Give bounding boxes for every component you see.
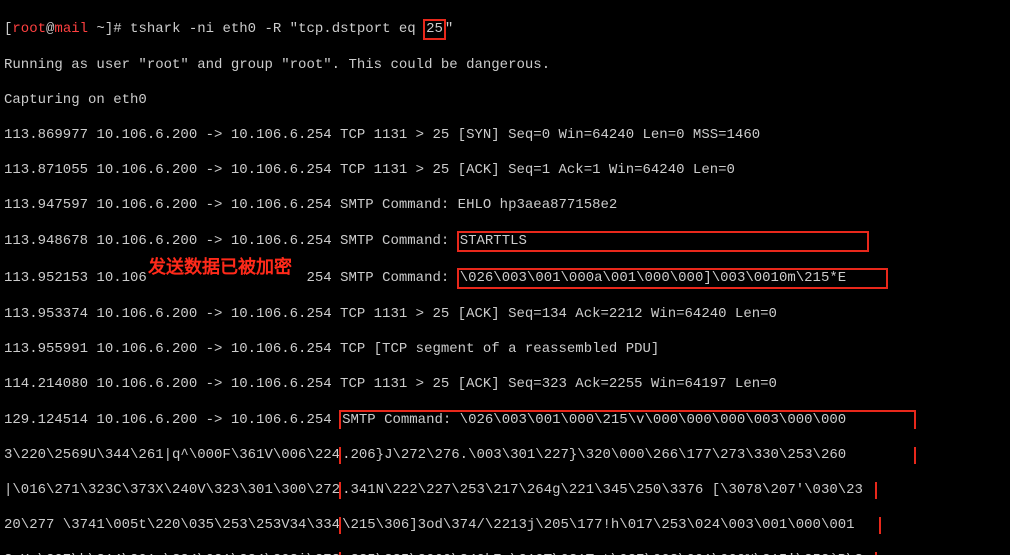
packet-text: 3\220\2569U\344\261|q^\000F\361V\006\224	[4, 447, 340, 463]
warning-line: Running as user "root" and group "root".…	[4, 57, 1006, 75]
annotation-encrypted: 发送数据已被加密	[148, 259, 292, 277]
highlight-block-mid: \215\306]3od\374/\2213j\205\177!h\017\25…	[339, 517, 880, 535]
packet-line: 113.947597 10.106.6.200 -> 10.106.6.254 …	[4, 197, 1006, 215]
packet-line: |\016\271\323C\373X\240V\323\301\300\272…	[4, 482, 1006, 500]
command-suffix: "	[445, 21, 453, 37]
highlight-block-mid: .341N\222\227\253\217\264g\221\345\250\3…	[339, 482, 877, 500]
terminal-output: [root@mail ~]# tshark -ni eth0 -R "tcp.d…	[0, 0, 1010, 555]
packet-line: 129.124514 10.106.6.200 -> 10.106.6.254 …	[4, 411, 1006, 430]
prompt-path: ~	[88, 21, 105, 37]
packet-line: 114.214080 10.106.6.200 -> 10.106.6.254 …	[4, 376, 1006, 394]
packet-line: 113.869977 10.106.6.200 -> 10.106.6.254 …	[4, 127, 1006, 145]
prompt-user: root	[12, 21, 46, 37]
highlight-encrypted-data: \026\003\001\000a\001\000\000]\003\0010m…	[457, 268, 888, 290]
packet-text: 113.948678 10.106.6.200 -> 10.106.6.254 …	[4, 233, 458, 249]
packet-line: 20\277 \3741\005t\220\035\253\253V34\334…	[4, 517, 1006, 535]
packet-text: 3 Xv\207\b\314\201p\324\021\224\203i\273	[4, 552, 340, 555]
packet-line: 113.953374 10.106.6.200 -> 10.106.6.254 …	[4, 306, 1006, 324]
highlight-starttls: STARTTLS	[457, 231, 869, 253]
packet-line: 113.955991 10.106.6.200 -> 10.106.6.254 …	[4, 341, 1006, 359]
packet-line: 113.948678 10.106.6.200 -> 10.106.6.254 …	[4, 232, 1006, 252]
highlight-port: 25	[423, 19, 446, 41]
prompt-host: mail	[54, 21, 88, 37]
command-text: tshark -ni eth0 -R "tcp.dstport eq	[122, 21, 424, 37]
packet-line: 3 Xv\207\b\314\201p\324\021\224\203i\273…	[4, 552, 1006, 555]
packet-text: 113.952153 10.106	[4, 270, 147, 286]
packet-line: 113.952153 10.106发送数据已被加密.6.200 -> 10.10…	[4, 269, 1006, 289]
packet-line: 3\220\2569U\344\261|q^\000F\361V\006\224…	[4, 447, 1006, 465]
packet-text: 20\277 \3741\005t\220\035\253\253V34\334	[4, 517, 340, 533]
packet-text: 129.124514 10.106.6.200 -> 10.106.6.254	[4, 412, 340, 428]
prompt-line[interactable]: [root@mail ~]# tshark -ni eth0 -R "tcp.d…	[4, 20, 1006, 40]
packet-text: |\016\271\323C\373X\240V\323\301\300\272	[4, 482, 340, 498]
highlight-block-bottom: .335\335\206Q\340k7s\210T\031Tgt\027\003…	[339, 552, 877, 555]
prompt-close: ]#	[105, 21, 122, 37]
packet-text: 254 SMTP Command:	[306, 270, 457, 286]
packet-line: 113.871055 10.106.6.200 -> 10.106.6.254 …	[4, 162, 1006, 180]
highlight-block-mid: .206}J\272\276.\003\301\227}\320\000\266…	[339, 447, 916, 465]
highlight-block-top: SMTP Command: \026\003\001\000\215\v\000…	[339, 410, 916, 430]
capture-line: Capturing on eth0	[4, 92, 1006, 110]
